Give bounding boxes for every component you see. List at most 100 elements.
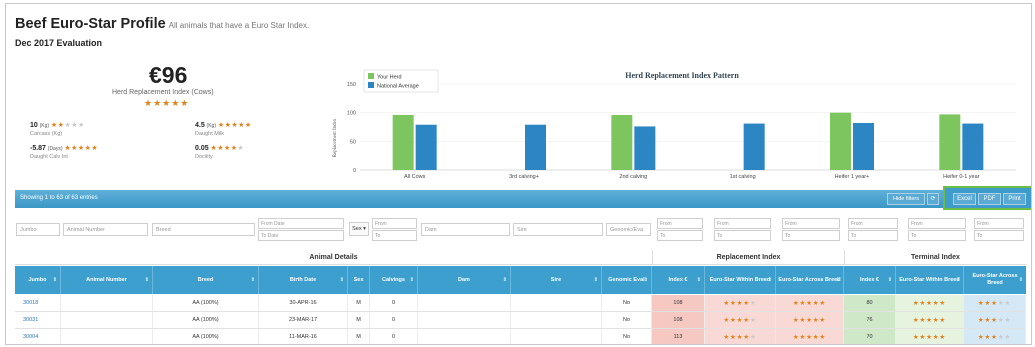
chart-bar-your-herd: [611, 114, 633, 170]
dam-filter[interactable]: Dam: [421, 223, 510, 236]
t-within-to-filter[interactable]: To: [908, 230, 966, 241]
cell-jumbo[interactable]: 30031: [15, 312, 61, 328]
genomic-filter[interactable]: Genomic/Eva: [606, 223, 651, 236]
chart-bar-national-average: [634, 126, 656, 170]
col-t-across-breed[interactable]: Euro-Star Across Breed ⇕: [964, 266, 1026, 294]
print-button[interactable]: Print: [1003, 193, 1026, 205]
breed-filter[interactable]: Breed: [152, 223, 255, 236]
page-subtitle: All animals that have a Euro Star Index.: [168, 21, 310, 30]
chart-x-tick-label: 2nd calving: [619, 174, 647, 180]
cell-genomic: No: [602, 295, 652, 311]
col-animal-number[interactable]: Animal Number ⇕: [61, 266, 153, 294]
col-jumbo[interactable]: Jumbo ⇕: [15, 266, 61, 294]
col-calvings[interactable]: Calvings ⇕: [370, 266, 418, 294]
birth-to-filter[interactable]: To Date: [258, 230, 344, 241]
cell-animal-number: [61, 312, 153, 328]
cell-t-across: ★★★★★: [964, 295, 1026, 311]
export-buttons-group: Excel PDF Print: [943, 186, 1031, 210]
chart-bar-national-average: [853, 122, 874, 170]
chart-y-tick-label: 150: [347, 82, 356, 88]
cell-r-index: 108: [652, 312, 705, 328]
herd-index-stars: ★★★★★: [144, 98, 190, 108]
table-row: 30004 AA (100%) 11-MAR-16 M 0 No 113 ★★★★★ ★★★★★…: [15, 329, 1026, 344]
hide-filters-button[interactable]: Hide filters: [887, 193, 925, 205]
cell-t-within: ★★★★★: [896, 329, 964, 344]
app-frame: Beef Euro-Star Profile All animals that h…: [5, 3, 1032, 345]
legend-swatch: [368, 73, 374, 79]
r-within-from-filter[interactable]: From: [714, 218, 771, 229]
chart-y-tick-label: 100: [347, 111, 356, 117]
chart-y-axis-label: Replacement Index: [333, 118, 338, 157]
cell-t-within: ★★★★★: [896, 295, 964, 311]
chart-y-tick-label: 50: [350, 139, 356, 145]
cell-t-across: ★★★★★: [964, 329, 1026, 344]
pdf-button[interactable]: PDF: [978, 193, 1001, 205]
table-row: 30018 AA (100%) 30-APR-16 M 0 No 108 ★★★★★ ★★★★★…: [15, 295, 1026, 312]
t-across-from-filter[interactable]: From: [974, 218, 1024, 229]
t-index-to-filter[interactable]: To: [848, 230, 898, 241]
cell-sex: M: [348, 295, 370, 311]
col-r-across-breed[interactable]: Euro-Star Across Breed ⇕: [776, 266, 844, 294]
group-animal-details: Animal Details: [15, 250, 652, 265]
sire-filter[interactable]: Sire: [513, 223, 603, 236]
table-row: 30031 AA (100%) 23-MAR-17 M 0 No 108 ★★★★★ ★★★★★…: [15, 312, 1026, 329]
r-within-to-filter[interactable]: To: [714, 230, 771, 241]
chart-x-tick-label: 3rd calving+: [509, 174, 539, 180]
t-across-to-filter[interactable]: To: [974, 230, 1024, 241]
calvings-from-filter[interactable]: From: [372, 218, 417, 229]
r-index-from-filter[interactable]: From: [657, 218, 703, 229]
chart-legend: Your Herd National Average: [363, 69, 439, 93]
col-sire[interactable]: Sire ⇕: [511, 266, 602, 294]
t-index-from-filter[interactable]: From: [848, 218, 898, 229]
chart-title: Herd Replacement Index Pattern: [625, 71, 739, 80]
trait-daught-milk: 4.5 (Kg) ★★★★★ Daught Milk: [195, 122, 252, 137]
cell-r-index: 108: [652, 295, 705, 311]
cell-birth-date: 23-MAR-17: [259, 312, 348, 328]
birth-from-filter[interactable]: From Date: [258, 218, 344, 229]
chart-x-tick-label: 1st calving: [730, 174, 756, 180]
group-terminal-index: Terminal Index: [844, 250, 1026, 265]
col-genomic-eval[interactable]: Genomic Eval ⇕: [602, 266, 652, 294]
cell-sire: [511, 295, 602, 311]
cell-breed: AA (100%): [153, 295, 259, 311]
cell-t-across: ★★★★★: [964, 312, 1026, 328]
col-t-index[interactable]: Index € ⇕: [844, 266, 896, 294]
cell-jumbo[interactable]: 30004: [15, 329, 61, 344]
group-replacement-index: Replacement Index: [652, 250, 844, 265]
excel-button[interactable]: Excel: [953, 193, 976, 205]
cell-jumbo[interactable]: 30018: [15, 295, 61, 311]
animal-number-filter[interactable]: Animal Number: [63, 223, 148, 236]
replacement-index-chart: Herd Replacement Index Pattern Replaceme…: [333, 69, 1016, 180]
cell-breed: AA (100%): [153, 329, 259, 344]
cell-t-within: ★★★★★: [896, 312, 964, 328]
col-dam[interactable]: Dam ⇕: [418, 266, 511, 294]
col-r-index[interactable]: Index € ⇕: [652, 266, 705, 294]
calvings-to-filter[interactable]: To: [372, 230, 417, 241]
r-index-to-filter[interactable]: To: [657, 230, 703, 241]
sex-select[interactable]: Sex ▾: [349, 222, 369, 236]
jumbo-filter[interactable]: Jumbo: [16, 223, 60, 236]
cell-t-index: 80: [844, 295, 896, 311]
col-breed[interactable]: Breed ⇕: [153, 266, 259, 294]
cell-sex: M: [348, 329, 370, 344]
table-header: Jumbo ⇕ Animal Number ⇕ Breed ⇕ Birth Date ⇕…: [15, 266, 1026, 294]
r-across-from-filter[interactable]: From: [782, 218, 840, 229]
chart-bar-national-average: [525, 124, 546, 170]
col-sex[interactable]: Sex: [348, 266, 370, 294]
chart-bar-your-herd: [392, 114, 414, 170]
r-across-to-filter[interactable]: To: [782, 230, 840, 241]
cell-animal-number: [61, 329, 153, 344]
cell-sex: M: [348, 312, 370, 328]
chart-bar-national-average: [415, 124, 437, 170]
col-birth-date[interactable]: Birth Date ⇕: [259, 266, 348, 294]
cell-r-index: 113: [652, 329, 705, 344]
col-t-within-breed[interactable]: Euro-Star Within Breed ⇕: [896, 266, 964, 294]
refresh-icon[interactable]: ⟳: [927, 193, 939, 205]
trait-carcass: 10 (Kg) ★★★★★ Carcass (Kg): [30, 122, 85, 137]
cell-breed: AA (100%): [153, 312, 259, 328]
t-within-from-filter[interactable]: From: [908, 218, 966, 229]
cell-r-within: ★★★★★: [705, 312, 776, 328]
chart-bar-national-average: [962, 123, 984, 170]
cell-calvings: 0: [370, 329, 418, 344]
col-r-within-breed[interactable]: Euro-Star Within Breed ⇕: [705, 266, 776, 294]
